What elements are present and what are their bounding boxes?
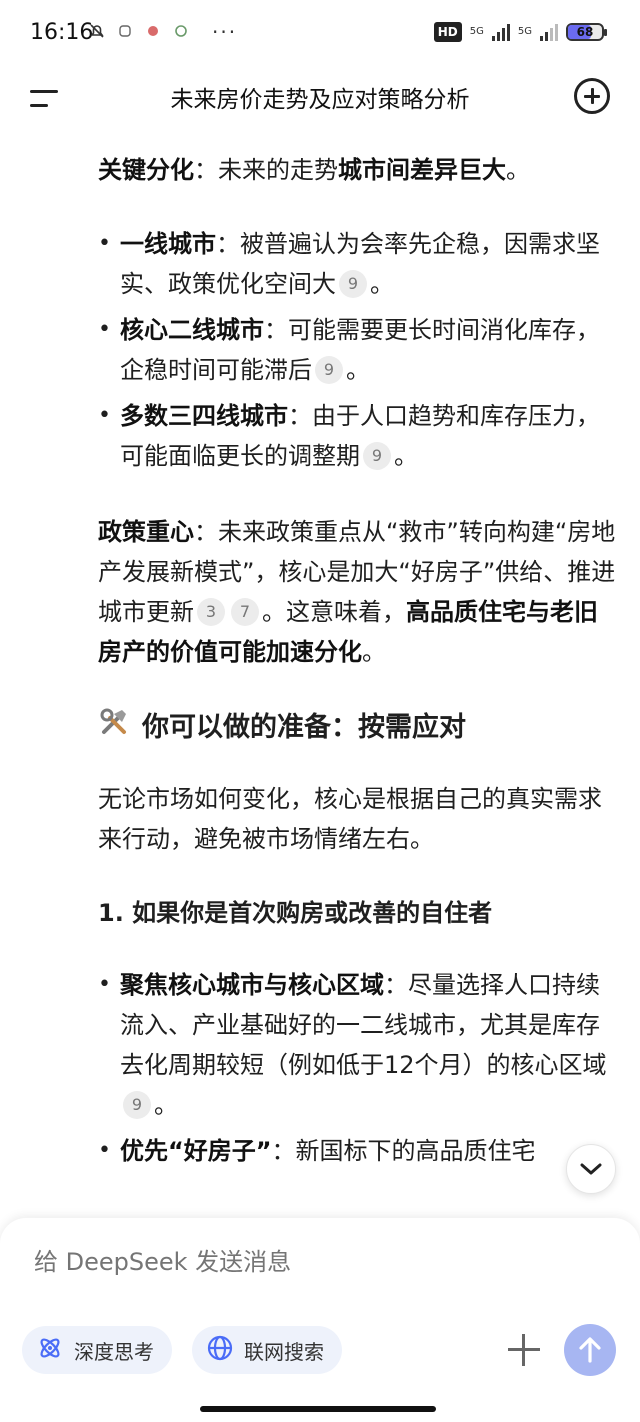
menu-button[interactable]	[30, 84, 62, 112]
text: 。	[370, 270, 394, 298]
app-notification-icon	[144, 22, 162, 40]
app-header: 未来房价走势及应对策略分析	[0, 68, 640, 128]
home-indicator	[200, 1406, 436, 1412]
hd-voice-icon: HD	[433, 22, 462, 42]
bold-text: 城市间差异巨大	[338, 156, 506, 184]
text: 。	[154, 1091, 178, 1119]
battery-icon: 68	[566, 23, 607, 41]
bold-text: 政策重心	[98, 518, 194, 546]
list-item: 聚焦核心城市与核心区域：尽量选择人口持续流入、产业基础好的一二线城市，尤其是库存…	[98, 965, 618, 1125]
arrow-up-icon	[579, 1337, 601, 1363]
text: 。	[506, 156, 530, 184]
paragraph-policy-focus: 政策重心：未来政策重点从“救市”转向构建“房地产发展新模式”，核心是加大“好房子…	[98, 512, 618, 672]
chat-title: 未来房价走势及应对策略分析	[170, 87, 470, 113]
battery-percentage: 68	[576, 25, 594, 39]
bold-text: 一线城市	[120, 230, 216, 258]
paragraph-core-advice: 无论市场如何变化，核心是根据自己的真实需求来行动，避免被市场情绪左右。	[98, 785, 602, 853]
deep-think-label: 深度思考	[74, 1339, 154, 1364]
citation-badge[interactable]: 9	[339, 270, 367, 298]
more-notifications-icon: ···	[212, 20, 238, 44]
text: ：新国标下的高品质住宅	[271, 1137, 536, 1165]
bold-text: 聚焦核心城市与核心区域	[120, 971, 384, 999]
bold-text: 关键分化	[98, 156, 194, 184]
paragraph-key-divergence: 关键分化：未来的走势城市间差异巨大。	[98, 150, 618, 190]
citation-badge[interactable]: 3	[197, 598, 225, 626]
app-notification-icon	[172, 22, 190, 40]
attach-plus-button[interactable]	[506, 1332, 542, 1368]
homebuyer-advice-list: 聚焦核心城市与核心区域：尽量选择人口持续流入、产业基础好的一二线城市，尤其是库存…	[98, 965, 618, 1171]
notification-icons	[88, 22, 190, 40]
text: ：未来的走势	[194, 156, 338, 184]
sub-heading: 1. 如果你是首次购房或改善的自住者	[98, 899, 493, 927]
citation-badge[interactable]: 7	[231, 598, 259, 626]
deep-think-toggle[interactable]: 深度思考	[22, 1326, 172, 1374]
web-search-label: 联网搜索	[244, 1339, 324, 1364]
message-input[interactable]	[34, 1248, 594, 1276]
network-type-label: 5G	[469, 26, 484, 37]
section-heading: 你可以做的准备：按需应对	[98, 706, 618, 749]
send-button[interactable]	[564, 1324, 616, 1376]
signal-strength-icon	[491, 23, 510, 41]
status-time: 16:16	[30, 20, 94, 45]
web-search-toggle[interactable]: 联网搜索	[192, 1326, 342, 1374]
bold-text: 多数三四线城市	[120, 402, 288, 430]
status-bar: 16:16 ··· HD 5G 5G 68	[0, 0, 640, 68]
text: 。	[394, 442, 418, 470]
message-composer: 深度思考 联网搜索	[0, 1218, 640, 1422]
bold-text: 核心二线城市	[120, 316, 264, 344]
list-item: 多数三四线城市：由于人口趋势和库存压力，可能面临更长的调整期9。	[98, 396, 618, 476]
list-item: 核心二线城市：可能需要更长时间消化库存，企稳时间可能滞后9。	[98, 310, 618, 390]
globe-icon	[206, 1334, 234, 1367]
signal-strength-icon	[540, 23, 558, 41]
chat-message-content: 关键分化：未来的走势城市间差异巨大。 一线城市：被普遍认为会率先企稳，因需求坚实…	[98, 150, 618, 1207]
citation-badge[interactable]: 9	[363, 442, 391, 470]
atom-icon	[36, 1334, 64, 1367]
list-item: 优先“好房子”：新国标下的高品质住宅	[98, 1131, 618, 1171]
app-notification-icon	[116, 22, 134, 40]
bold-text: 优先“好房子”	[120, 1137, 272, 1165]
scroll-to-bottom-button[interactable]	[566, 1144, 616, 1194]
citation-badge[interactable]: 9	[123, 1091, 151, 1119]
new-chat-button[interactable]	[574, 78, 610, 114]
city-tier-list: 一线城市：被普遍认为会率先企稳，因需求坚实、政策优化空间大9。 核心二线城市：可…	[98, 224, 618, 476]
list-item: 一线城市：被普遍认为会率先企稳，因需求坚实、政策优化空间大9。	[98, 224, 618, 304]
text: 。	[362, 638, 386, 666]
system-status-icons: HD 5G 5G 68	[433, 22, 607, 42]
section-heading-text: 你可以做的准备：按需应对	[142, 711, 466, 743]
hammer-wrench-icon	[98, 706, 130, 749]
text: 。这意味着，	[262, 598, 406, 626]
mute-bell-icon	[88, 22, 106, 40]
chevron-down-icon	[580, 1163, 602, 1175]
network-type-label: 5G	[517, 26, 532, 37]
text: 。	[346, 356, 370, 384]
citation-badge[interactable]: 9	[315, 356, 343, 384]
